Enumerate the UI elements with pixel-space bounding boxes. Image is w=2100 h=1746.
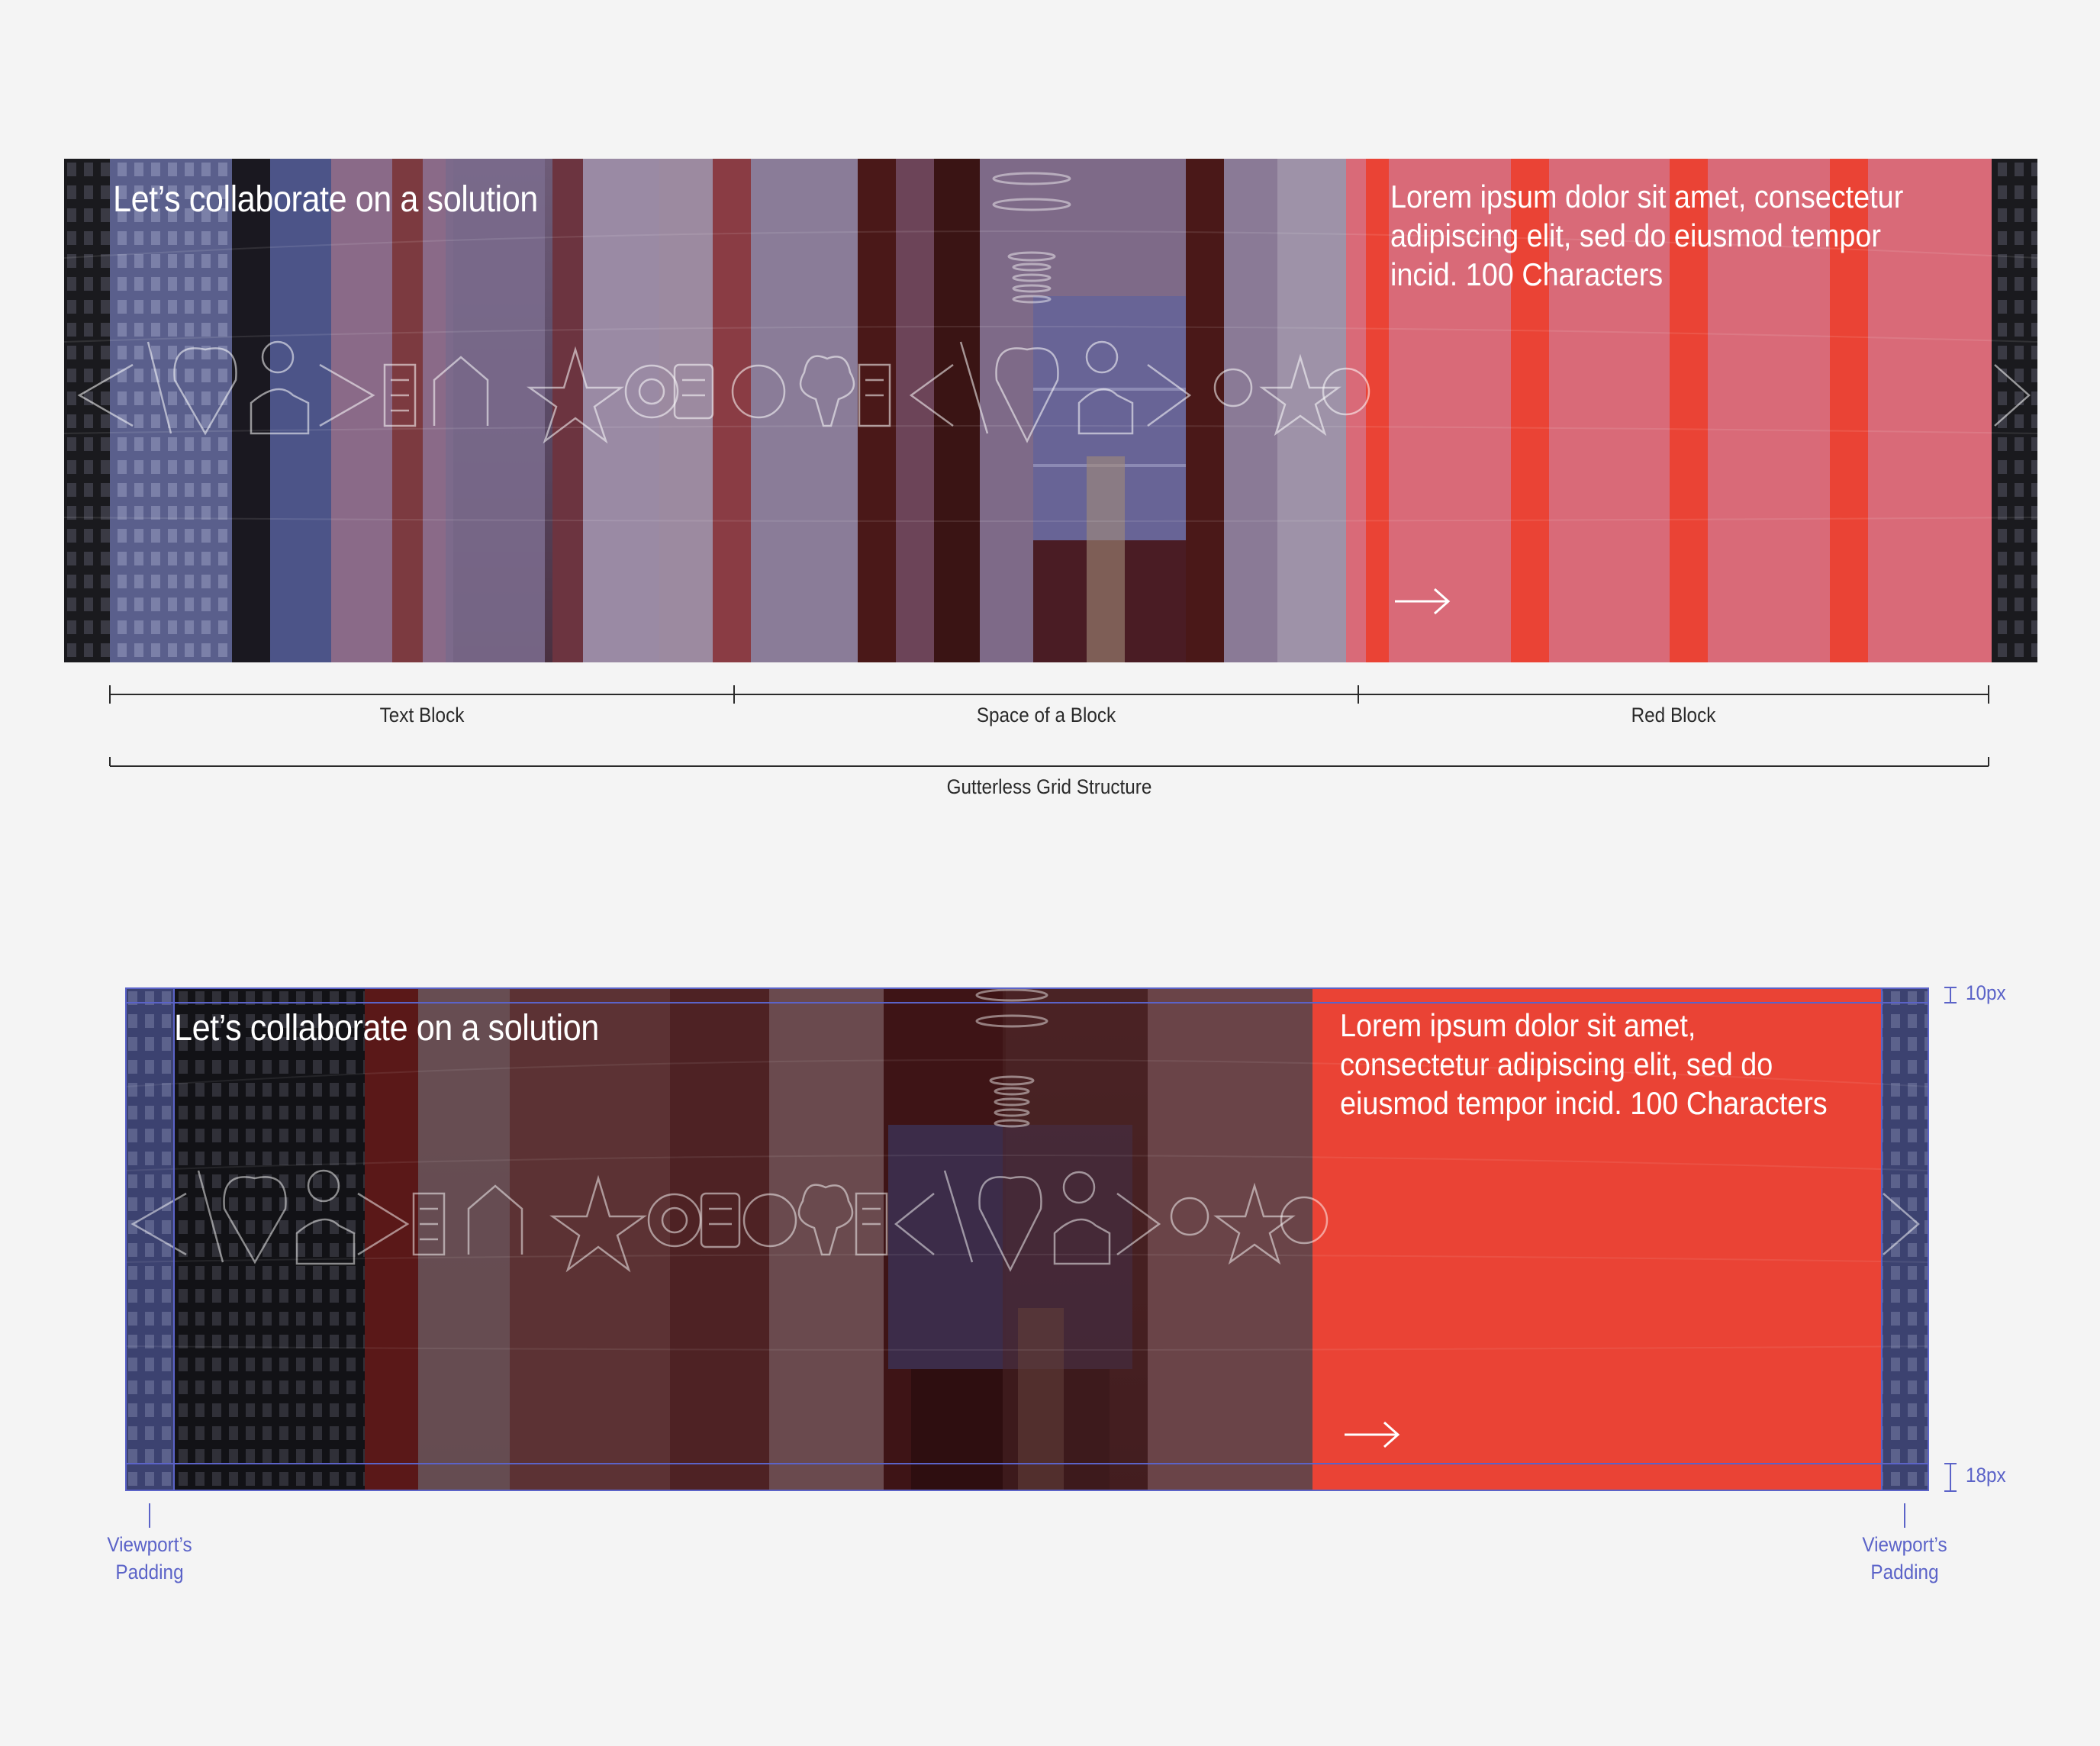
person-icon-2 <box>1055 1172 1110 1264</box>
chevron-left-icon-2 <box>896 1194 934 1255</box>
star-icon <box>530 350 621 441</box>
person-icon <box>297 1171 354 1264</box>
slash-icon-2 <box>961 342 987 433</box>
bottom-body-line-3: eiusmod tempor incid. 100 Characters <box>1340 1084 1828 1123</box>
bottom-body-line-2: consectetur adipiscing elit, sed do <box>1340 1045 1828 1084</box>
bottom-banner: Let’s collaborate on a solution Lorem ip… <box>125 987 1929 1491</box>
chat-icon <box>675 365 713 418</box>
chevron-left-icon <box>79 365 133 426</box>
star-icon-2 <box>1262 357 1338 433</box>
pie-chart-icon <box>744 1194 796 1246</box>
house-icon <box>434 357 488 426</box>
chevron-right-icon-2 <box>1148 365 1190 426</box>
top-body-line-3: incid. 100 Characters <box>1390 255 1903 294</box>
top-body-text: Lorem ipsum dolor sit amet, consectetur … <box>1390 177 1903 294</box>
heart-icon <box>175 348 237 433</box>
search-icon-2 <box>1215 369 1251 406</box>
grid-structure-label: Gutterless Grid Structure <box>947 775 1152 799</box>
bottom-headline: Let’s collaborate on a solution <box>174 1007 599 1049</box>
search-icon <box>649 1194 701 1246</box>
chat-icon <box>701 1194 739 1247</box>
document-icon <box>414 1194 444 1255</box>
chevron-left-icon-2 <box>911 365 953 426</box>
document-icon-2 <box>859 365 890 426</box>
person-icon <box>251 342 308 433</box>
slash-icon-2 <box>945 1171 972 1262</box>
bottom-body-line-1: Lorem ipsum dolor sit amet, <box>1340 1006 1828 1045</box>
chevron-right-icon-3 <box>1995 365 2029 426</box>
space-of-a-block-label: Space of a Block <box>977 704 1116 727</box>
heart-icon <box>224 1177 286 1262</box>
chevron-left-icon <box>133 1194 186 1255</box>
viewport-padding-left-label: Viewport’s Padding <box>107 1531 192 1586</box>
bottom-padding-label: 18px <box>1966 1464 2006 1487</box>
heart-icon-2 <box>980 1177 1042 1270</box>
chevron-right-icon-2 <box>1117 1194 1159 1255</box>
arrow-right-icon[interactable] <box>1343 1419 1401 1450</box>
text-block-label: Text Block <box>380 704 465 727</box>
red-block-label: Red Block <box>1631 704 1716 727</box>
top-headline: Let’s collaborate on a solution <box>113 179 538 221</box>
top-padding-label: 10px <box>1966 981 2006 1005</box>
person-icon-2 <box>1079 342 1132 433</box>
slash-icon <box>198 1171 223 1262</box>
star-icon <box>552 1178 644 1270</box>
document-icon <box>385 365 415 426</box>
chevron-right-icon-3 <box>1883 1194 1918 1255</box>
tree-icon <box>799 1185 852 1255</box>
chevron-right-icon <box>358 1194 407 1255</box>
pie-chart-icon <box>733 366 784 417</box>
slash-icon <box>148 342 171 433</box>
bottom-body-text: Lorem ipsum dolor sit amet, consectetur … <box>1340 1006 1828 1123</box>
top-body-line-2: adipiscing elit, sed do eiusmod tempor <box>1390 216 1903 255</box>
arrow-right-icon[interactable] <box>1393 586 1451 617</box>
page: Let’s collaborate on a solution Lorem ip… <box>0 0 2100 1746</box>
search-icon-2 <box>1171 1198 1208 1235</box>
tree-icon <box>800 356 854 426</box>
top-body-line-1: Lorem ipsum dolor sit amet, consectetur <box>1390 177 1903 216</box>
search-icon <box>626 366 678 417</box>
viewport-padding-right-label: Viewport’s Padding <box>1862 1531 1947 1586</box>
document-icon-2 <box>856 1194 887 1255</box>
top-banner: Let’s collaborate on a solution Lorem ip… <box>64 159 2037 662</box>
house-icon <box>469 1186 522 1255</box>
heart-icon-2 <box>997 348 1058 441</box>
chevron-right-icon <box>320 365 373 426</box>
